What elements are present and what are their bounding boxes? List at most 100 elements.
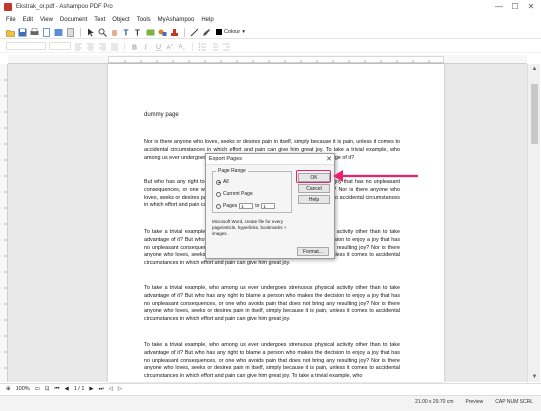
chevron-down-icon: ▾ (242, 29, 245, 35)
menu-edit[interactable]: Edit (23, 17, 33, 23)
radio-all[interactable] (216, 179, 221, 185)
document-icon[interactable] (66, 27, 75, 37)
hand-icon[interactable] (110, 28, 119, 37)
keyboard-state: CAP NUM SCRL (495, 399, 533, 405)
justify-icon[interactable] (110, 42, 119, 51)
line-tool-icon[interactable] (190, 28, 199, 37)
menu-document[interactable]: Document (60, 17, 87, 23)
toolbar-divider (184, 27, 185, 37)
menu-text[interactable]: Text (94, 17, 105, 23)
pages-to-input[interactable]: 1 (261, 203, 276, 209)
menu-file[interactable]: File (6, 17, 16, 23)
menu-view[interactable]: View (40, 17, 53, 23)
radio-all-row[interactable]: All (216, 179, 229, 185)
ruler-page-area (108, 56, 444, 63)
cancel-button[interactable]: Cancel (298, 184, 330, 193)
forward-icon[interactable]: ▷ (118, 386, 122, 392)
page-range-label: Page Range (216, 168, 248, 174)
zoom-icon[interactable] (98, 28, 107, 37)
radio-pages[interactable] (216, 203, 221, 209)
export-format-note: Microsoft Word, create file for every pa… (212, 219, 287, 236)
title-bar: Ekstrak_or.pdf - Ashampoo PDF Pro — ☐ ✕ (0, 0, 541, 14)
superscript-icon[interactable]: Ax (166, 42, 175, 51)
help-button[interactable]: Help (298, 195, 330, 204)
zoom-in-icon[interactable]: ⊕ (6, 386, 11, 392)
align-center-icon[interactable] (86, 42, 95, 51)
pages-to-label: to (255, 203, 260, 209)
scroll-down-icon[interactable]: ▼ (528, 372, 541, 382)
dialog-close-icon[interactable]: ✕ (326, 154, 332, 165)
arrow-annotation-icon (333, 170, 418, 182)
print-icon[interactable] (30, 27, 39, 37)
pages-from-input[interactable]: 1 (239, 203, 254, 209)
svg-text:U: U (156, 44, 161, 51)
fit-page-icon[interactable]: ⊡ (45, 386, 50, 392)
svg-text:B: B (132, 44, 137, 51)
format-toolbar: B I U Ax Ax (0, 40, 541, 53)
colour-picker[interactable]: Colour ▾ (216, 29, 245, 35)
app-logo-icon (4, 3, 12, 11)
svg-text:x: x (183, 47, 185, 51)
image-icon[interactable] (54, 28, 63, 37)
radio-current-row[interactable]: Current Page (216, 191, 253, 197)
menu-bar: File Edit View Document Text Object Tool… (0, 14, 541, 25)
status-right: 21.00 x 29.70 cm Preview CAP NUM SCRL (415, 399, 533, 405)
last-page-icon[interactable]: ⏭ (99, 386, 104, 393)
radio-current[interactable] (216, 191, 221, 197)
menu-myashampoo[interactable]: MyAshampoo (158, 17, 195, 23)
ok-highlight-box (296, 170, 331, 183)
toolbar-divider (192, 41, 193, 51)
image-tool-icon[interactable] (146, 28, 155, 37)
shapes-icon[interactable] (158, 28, 167, 37)
format-button[interactable]: Format... (297, 247, 329, 256)
back-icon[interactable]: ◁ (109, 386, 113, 392)
fit-width-icon[interactable]: ▭ (35, 386, 40, 392)
first-page-icon[interactable]: ⏮ (55, 386, 60, 393)
vertical-scrollbar[interactable]: ▲ ▼ (527, 64, 540, 382)
radio-all-label: All (223, 179, 229, 185)
page-indicator[interactable]: 1 / 1 (74, 386, 85, 392)
radio-current-label: Current Page (223, 191, 253, 197)
font-size-select[interactable] (49, 42, 71, 50)
indent-icon[interactable] (222, 42, 231, 51)
list-numbered-icon[interactable] (210, 42, 219, 51)
close-button[interactable]: ✕ (526, 2, 536, 12)
text-tool-icon[interactable]: T (122, 28, 131, 37)
align-right-icon[interactable] (98, 42, 107, 51)
page-range-group: Page Range All Current Page Pages 1 to 1 (212, 168, 292, 213)
scrollbar-thumb[interactable] (531, 84, 538, 144)
svg-text:T: T (124, 28, 129, 37)
bold-icon[interactable]: B (130, 42, 139, 51)
paragraph-5: To take a trivial example, who among us … (144, 342, 400, 380)
zoom-level[interactable]: 100% (16, 386, 30, 392)
scroll-up-icon[interactable]: ▲ (528, 64, 541, 74)
svg-text:A: A (179, 44, 183, 50)
font-select[interactable] (6, 42, 46, 50)
text-edit-icon[interactable]: T (134, 28, 143, 37)
stamp-icon[interactable] (170, 28, 179, 37)
previous-page-icon[interactable]: ◀ (64, 386, 68, 392)
colour-label: Colour (224, 29, 241, 35)
align-left-icon[interactable] (74, 42, 83, 51)
italic-icon[interactable]: I (142, 42, 151, 51)
underline-icon[interactable]: U (154, 42, 163, 51)
pen-icon[interactable] (202, 28, 211, 37)
svg-text:x: x (171, 43, 173, 47)
list-bullets-icon[interactable] (198, 42, 207, 51)
pointer-icon[interactable] (86, 28, 95, 37)
new-page-icon[interactable] (42, 27, 51, 37)
colour-swatch (216, 29, 222, 35)
maximize-button[interactable]: ☐ (510, 2, 520, 12)
save-icon[interactable] (18, 28, 27, 37)
next-page-icon[interactable]: ▶ (89, 386, 93, 392)
menu-object[interactable]: Object (112, 17, 129, 23)
menu-tools[interactable]: Tools (137, 17, 151, 23)
horizontal-ruler (8, 55, 527, 64)
toolbar-divider (124, 41, 125, 51)
open-folder-icon[interactable] (6, 28, 15, 37)
radio-pages-row[interactable]: Pages 1 to 1 (216, 203, 276, 209)
minimize-button[interactable]: — (494, 2, 504, 12)
vertical-ruler (0, 64, 8, 382)
subscript-icon[interactable]: Ax (178, 42, 187, 51)
menu-help[interactable]: Help (201, 17, 213, 23)
